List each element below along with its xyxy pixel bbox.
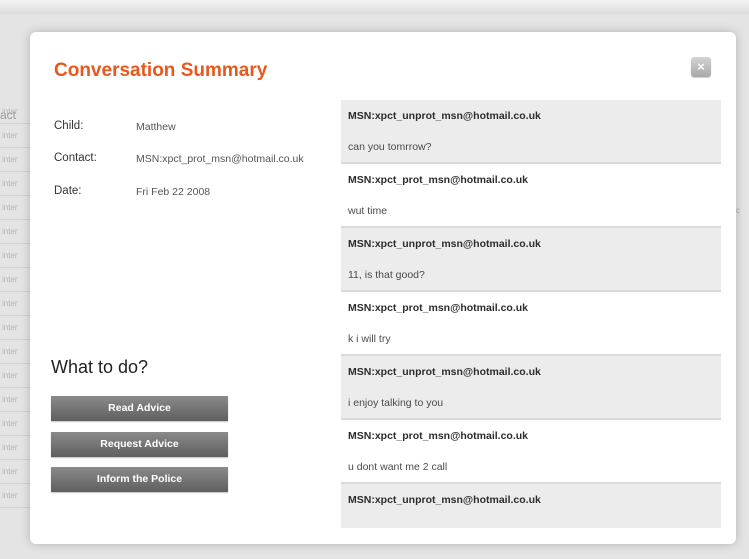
dialog-title: Conversation Summary (54, 60, 268, 81)
message-item: MSN:xpct_unprot_msn@hotmail.co.uk 11, is… (341, 228, 721, 292)
conversation-summary-dialog: Conversation Summary × Child: Matthew Co… (30, 32, 736, 544)
close-button[interactable]: × (691, 57, 711, 77)
message-text: u dont want me 2 call (348, 461, 448, 473)
message-sender: MSN:xpct_unprot_msn@hotmail.co.uk (348, 494, 541, 506)
background-top-bar (0, 0, 749, 15)
background-right-fragment: c (736, 206, 740, 215)
message-item: MSN:xpct_unprot_msn@hotmail.co.uk (341, 484, 721, 528)
conversation-list[interactable]: MSN:xpct_unprot_msn@hotmail.co.uk can yo… (341, 100, 721, 528)
message-sender: MSN:xpct_unprot_msn@hotmail.co.uk (348, 238, 541, 250)
inform-police-button[interactable]: Inform the Police (51, 467, 228, 492)
message-text: wut time (348, 205, 388, 217)
request-advice-button[interactable]: Request Advice (51, 432, 228, 457)
message-text: 11, is that good? (348, 269, 425, 281)
message-sender: MSN:xpct_prot_msn@hotmail.co.uk (348, 430, 529, 442)
date-value: Fri Feb 22 2008 (136, 186, 211, 198)
child-label: Child: (54, 120, 84, 132)
message-item: MSN:xpct_prot_msn@hotmail.co.uk u dont w… (341, 420, 721, 484)
message-item: MSN:xpct_unprot_msn@hotmail.co.uk can yo… (341, 100, 721, 164)
message-text: i enjoy talking to you (348, 397, 444, 409)
what-to-do-heading: What to do? (51, 357, 149, 377)
message-item: MSN:xpct_prot_msn@hotmail.co.uk k i will… (341, 292, 721, 356)
message-item: MSN:xpct_prot_msn@hotmail.co.uk wut time (341, 164, 721, 228)
message-sender: MSN:xpct_prot_msn@hotmail.co.uk (348, 302, 529, 314)
message-text: can you tomrrow? (348, 141, 432, 153)
message-item: MSN:xpct_unprot_msn@hotmail.co.uk i enjo… (341, 356, 721, 420)
date-label: Date: (54, 185, 82, 197)
message-text: k i will try (348, 333, 391, 345)
contact-value: MSN:xpct_prot_msn@hotmail.co.uk (136, 153, 304, 165)
message-sender: MSN:xpct_prot_msn@hotmail.co.uk (348, 174, 529, 186)
contact-label: Contact: (54, 152, 97, 164)
read-advice-button[interactable]: Read Advice (51, 396, 228, 421)
close-icon: × (697, 59, 705, 74)
message-sender: MSN:xpct_unprot_msn@hotmail.co.uk (348, 110, 541, 122)
child-value: Matthew (136, 121, 176, 133)
message-sender: MSN:xpct_unprot_msn@hotmail.co.uk (348, 366, 541, 378)
